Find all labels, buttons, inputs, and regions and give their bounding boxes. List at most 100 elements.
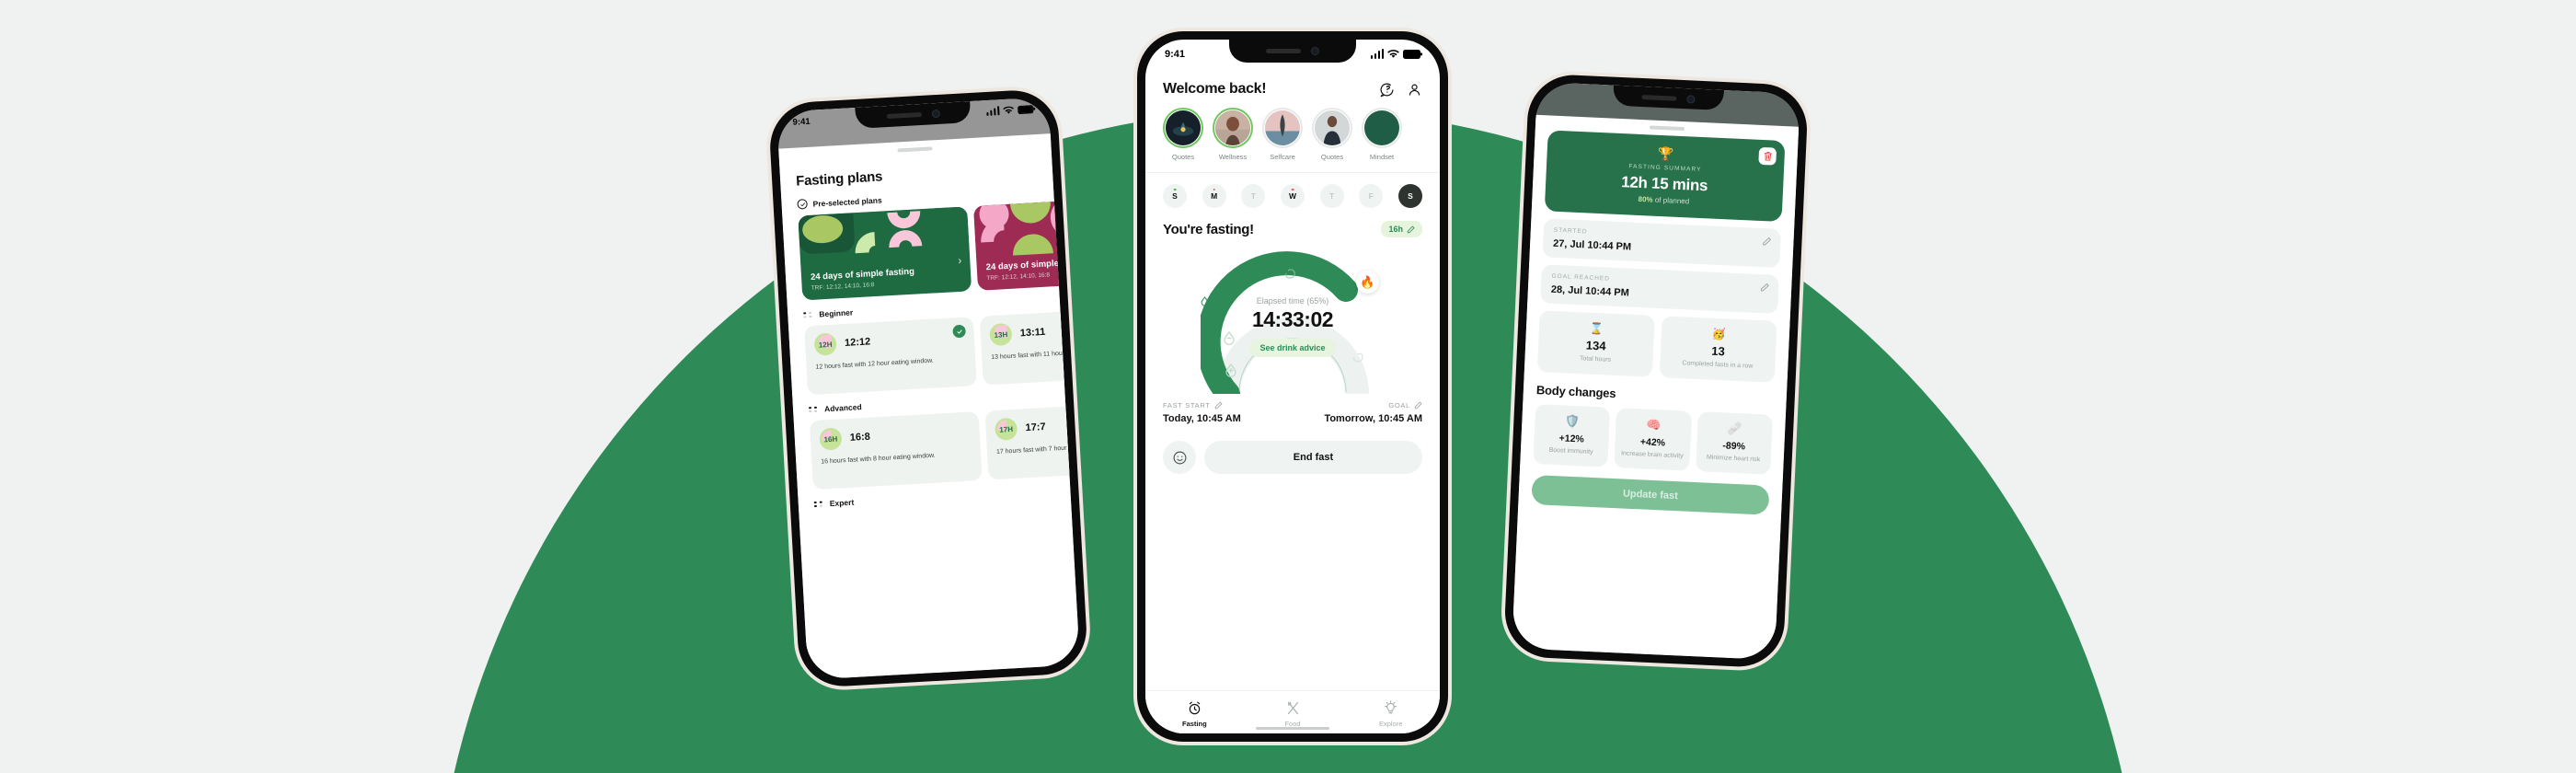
chevron-right-icon[interactable]: › <box>958 254 962 267</box>
section-header-expert: Expert <box>813 486 1071 510</box>
story-thumbnail <box>1363 110 1400 146</box>
front-camera-icon <box>1686 94 1696 104</box>
home-header: Welcome back! <box>1145 76 1440 98</box>
status-time: 9:41 <box>1165 49 1186 60</box>
day-letter: T <box>1250 191 1256 201</box>
section-label: Advanced <box>823 402 862 414</box>
sheet-grabber[interactable] <box>1649 125 1685 132</box>
day-chip-tue[interactable]: T <box>1241 184 1266 208</box>
body-change-value: +12% <box>1558 433 1585 445</box>
day-chip-thu[interactable]: T <box>1319 184 1344 208</box>
body-change-brain: 🧠 +42% Increase brain activity <box>1614 408 1692 472</box>
day-chip-sun[interactable]: S <box>1163 184 1187 208</box>
fast-start-block[interactable]: FAST START Today, 10:45 AM <box>1163 401 1241 424</box>
gauge-center-readout: Elapsed time (65%) 14:33:02 See drink ad… <box>1201 296 1385 357</box>
plan-badge-icon: 17H <box>994 417 1018 441</box>
water-drop-icon <box>1201 296 1209 306</box>
body-change-label: Increase brain activity <box>1620 450 1684 460</box>
plan-tile-16-8[interactable]: 16H 16:8 16 hours fast with 8 hour eatin… <box>809 410 983 490</box>
story-thumbnail <box>1165 110 1202 146</box>
label-text: FAST START <box>1163 401 1211 410</box>
fasting-heading: You're fasting! <box>1163 221 1254 237</box>
phone-bezel: 🏆 FASTING SUMMARY 12h 15 mins 80% of pla… <box>1502 73 1810 669</box>
primary-actions: End fast <box>1145 424 1440 474</box>
plan-tile-12-12[interactable]: 12H 12:12 12 hours fast with 12 hour eat… <box>804 317 977 396</box>
label-text: GOAL <box>1388 401 1410 410</box>
drink-advice-label: See drink advice <box>1259 343 1326 352</box>
day-chip-fri[interactable]: F <box>1359 184 1384 208</box>
help-chat-icon[interactable] <box>1379 82 1395 98</box>
stat-completed-fasts: 🥳 13 Completed fasts in a row <box>1659 316 1777 383</box>
plan-ratio: 12:12 <box>844 336 871 349</box>
day-chip-sat-selected[interactable]: S <box>1397 184 1422 208</box>
front-camera-icon <box>931 109 940 119</box>
section-label: Expert <box>829 497 855 509</box>
week-day-selector[interactable]: S M T W T F S <box>1145 173 1440 208</box>
plan-badge-label: 12H <box>818 340 833 350</box>
day-status-dot <box>1213 188 1215 191</box>
fork-knife-icon <box>1287 701 1298 715</box>
sheet-grabber[interactable] <box>897 146 933 153</box>
story-item[interactable]: Selfcare <box>1262 108 1303 161</box>
plan-duration-chip[interactable]: 16h <box>1381 221 1422 237</box>
beginner-plan-list[interactable]: 12H 12:12 12 hours fast with 12 hour eat… <box>788 306 1081 396</box>
update-fast-button[interactable]: Update fast <box>1531 475 1770 515</box>
started-card[interactable]: STARTED 27, Jul 10:44 PM <box>1542 218 1782 268</box>
delete-button[interactable] <box>1758 146 1777 166</box>
fasting-summary-card: 🏆 FASTING SUMMARY 12h 15 mins 80% of pla… <box>1544 130 1786 223</box>
story-thumbnail <box>1214 110 1251 146</box>
fasting-progress-gauge[interactable]: 🔥 Elapsed time (65%) 14:33:02 See drink … <box>1201 247 1385 394</box>
plan-tile-13-11[interactable]: 13H 13:11 13 hours fast with 11 hour eat… <box>979 306 1081 386</box>
day-status-dot <box>1291 188 1294 191</box>
drink-advice-button[interactable]: See drink advice <box>1201 296 1336 357</box>
pencil-icon[interactable] <box>1762 237 1771 246</box>
stat-label: Total hours <box>1579 355 1612 363</box>
phone-screen: 🏆 FASTING SUMMARY 12h 15 mins 80% of pla… <box>1512 81 1800 661</box>
bottom-tab-bar[interactable]: Fasting Food Explore <box>1145 690 1440 733</box>
difficulty-dots-icon <box>803 311 813 318</box>
story-thumbnail <box>1264 110 1301 146</box>
pencil-icon[interactable] <box>1760 283 1769 292</box>
end-fast-button[interactable]: End fast <box>1204 441 1422 474</box>
story-item[interactable]: Quotes <box>1163 108 1203 161</box>
body-change-value: +42% <box>1639 436 1666 449</box>
preselected-plan-carousel[interactable]: 24 days of simple fasting TRF: 12:12, 14… <box>782 196 1081 301</box>
plan-tile-17-7[interactable]: 17H 17:7 17 hours fast with 7 hour eatin… <box>984 401 1081 480</box>
story-item[interactable]: Wellness <box>1213 108 1253 161</box>
story-label: Quotes <box>1320 153 1344 161</box>
fasting-timer: 14:33:02 <box>1251 307 1334 331</box>
stat-value: 13 <box>1710 343 1726 359</box>
stories-carousel[interactable]: Quotes Wellness Selfcare Quotes Mindset <box>1145 98 1440 161</box>
lightbulb-icon <box>1385 700 1397 714</box>
story-label: Mindset <box>1369 153 1395 161</box>
page-title: Welcome back! <box>1163 81 1267 97</box>
phone-center-fasting-home: 9:41 Welcome back! Quotes Wellness Selfc… <box>1133 28 1452 745</box>
brain-emoji: 🧠 <box>1645 417 1662 433</box>
body-change-immunity: 🛡️ +12% Boost immunity <box>1533 404 1611 468</box>
plan-card-simple-fasting-green[interactable]: 24 days of simple fasting TRF: 12:12, 14… <box>798 206 972 301</box>
day-chip-wed[interactable]: W <box>1280 184 1305 208</box>
day-letter: W <box>1288 191 1296 201</box>
phone-screen: 9:41 Fasting plans Pre-selected plans 24… <box>776 97 1081 680</box>
story-label: Wellness <box>1218 153 1248 161</box>
pencil-icon[interactable] <box>1214 401 1223 410</box>
plan-ratio: 16:8 <box>849 431 871 444</box>
speaker-icon <box>1266 49 1301 53</box>
fast-times-row: FAST START Today, 10:45 AM GOAL Tomorrow… <box>1145 394 1440 424</box>
story-item[interactable]: Mindset <box>1362 108 1402 161</box>
phone-bezel: 9:41 Fasting plans Pre-selected plans 24… <box>767 87 1089 689</box>
plan-badge-icon: 12H <box>813 332 837 356</box>
day-chip-mon[interactable]: M <box>1202 184 1226 208</box>
plan-card-simple-fasting-maroon[interactable]: 24 days of simple fasting TRF: 12:12, 14… <box>973 196 1081 291</box>
goal-block[interactable]: GOAL Tomorrow, 10:45 AM <box>1324 401 1422 424</box>
story-item[interactable]: Quotes <box>1312 108 1352 161</box>
person-icon[interactable] <box>1407 82 1422 98</box>
plan-badge-icon: 13H <box>989 322 1013 347</box>
section-label: Beginner <box>819 307 854 319</box>
bandaged-heart-emoji: 🩹 <box>1727 421 1742 436</box>
advanced-plan-list[interactable]: 16H 16:8 16 hours fast with 8 hour eatin… <box>794 401 1081 490</box>
day-letter: S <box>1172 191 1178 201</box>
mood-button[interactable] <box>1163 441 1196 474</box>
goal-reached-card[interactable]: GOAL REACHED 28, Jul 10:44 PM <box>1540 264 1779 314</box>
pencil-icon[interactable] <box>1414 401 1422 410</box>
